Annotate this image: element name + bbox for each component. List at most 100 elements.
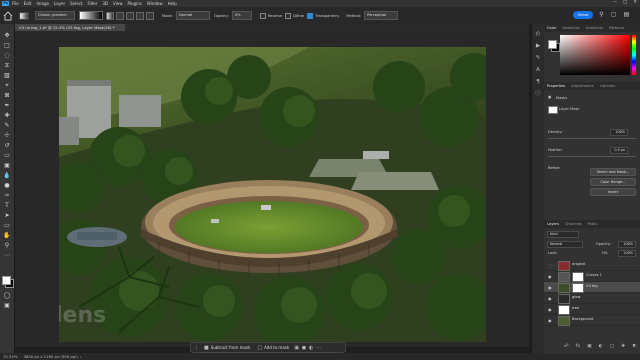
close-icon[interactable]: ✕: [633, 0, 637, 5]
eraser-tool-icon[interactable]: ▭: [3, 152, 11, 160]
method-dropdown[interactable]: Perceptual: [364, 11, 399, 20]
new-layer-icon[interactable]: ✚: [621, 344, 625, 351]
tab-adjustments[interactable]: Adjustments: [568, 84, 597, 88]
path-selection-tool-icon[interactable]: ➤: [3, 212, 11, 220]
tab-color[interactable]: Color: [544, 26, 559, 30]
document-canvas[interactable]: lens: [59, 47, 486, 342]
link-layers-icon[interactable]: ☍: [564, 344, 569, 351]
healing-brush-tool-icon[interactable]: ✚: [3, 112, 11, 120]
paragraph-icon[interactable]: ¶: [534, 78, 542, 86]
menu-image[interactable]: Image: [36, 1, 49, 6]
add-to-mask-button[interactable]: □ Add to mask: [255, 345, 291, 351]
tab-paths[interactable]: Paths: [585, 222, 601, 226]
menu-file[interactable]: File: [12, 1, 19, 6]
actions-icon[interactable]: ▶: [534, 42, 542, 50]
menu-view[interactable]: View: [113, 1, 123, 6]
feather-slider[interactable]: [548, 156, 636, 157]
reverse-checkbox[interactable]: [259, 12, 266, 19]
layer-filter-kind[interactable]: Kind: [547, 231, 579, 238]
zoom-level[interactable]: 15.32%: [3, 354, 17, 359]
minimize-icon[interactable]: —: [612, 0, 617, 5]
mask-options-icon[interactable]: ▣: [294, 345, 299, 351]
visibility-icon[interactable]: ◉: [548, 296, 552, 301]
hand-tool-icon[interactable]: ✋: [3, 232, 11, 240]
arrange-icon[interactable]: ▤: [622, 10, 631, 19]
layer-row-v3-fog[interactable]: ◉ V3 fog: [544, 282, 640, 293]
transparency-checkbox[interactable]: [307, 12, 314, 19]
dodge-tool-icon[interactable]: ●: [3, 182, 11, 190]
move-tool-icon[interactable]: ✥: [3, 32, 11, 40]
clone-stamp-tool-icon[interactable]: ☩: [3, 132, 11, 140]
layer-row-original[interactable]: ◯ original: [544, 260, 640, 271]
menu-plugins[interactable]: Plugins: [128, 1, 142, 6]
tab-patterns[interactable]: Patterns: [606, 26, 627, 30]
select-and-mask-button[interactable]: Select and Mask...: [590, 168, 636, 176]
layer-row-glow[interactable]: ◉ glow: [544, 293, 640, 304]
layer-mask-thumbnail[interactable]: [572, 283, 584, 293]
home-icon[interactable]: [3, 10, 13, 21]
blend-mode-dropdown[interactable]: Normal: [547, 241, 583, 248]
invert-icon[interactable]: ◐: [309, 345, 313, 351]
invert-button[interactable]: Invert: [590, 188, 636, 196]
search-icon[interactable]: ⚲: [597, 10, 606, 19]
menu-filter[interactable]: Filter: [87, 1, 97, 6]
tab-layers[interactable]: Layers: [544, 222, 562, 226]
menu-layer[interactable]: Layer: [54, 1, 65, 6]
classic-gradient-dropdown[interactable]: Classic gradient: [35, 11, 75, 20]
mode-dropdown[interactable]: Normal: [176, 11, 211, 20]
crop-tool-icon[interactable]: ⌖: [3, 82, 11, 90]
visibility-icon[interactable]: ◉: [548, 274, 552, 279]
gradient-preview[interactable]: [79, 11, 103, 20]
visibility-icon[interactable]: ◉: [548, 318, 552, 323]
layer-row-tree[interactable]: ◉ tree: [544, 304, 640, 315]
foreground-color-swatch[interactable]: [2, 276, 11, 285]
info-icon[interactable]: ⓘ: [534, 90, 542, 98]
edit-toolbar-icon[interactable]: ⋯: [3, 252, 11, 260]
density-field[interactable]: 100%: [610, 129, 628, 136]
linear-gradient-icon[interactable]: [106, 11, 114, 20]
menu-window[interactable]: Window: [147, 1, 163, 6]
color-range-button[interactable]: Color Range...: [590, 178, 636, 186]
fx-icon[interactable]: fx: [576, 344, 580, 351]
new-group-icon[interactable]: □: [610, 344, 614, 351]
zoom-tool-icon[interactable]: ⚲: [3, 242, 11, 250]
artboard-tool-icon[interactable]: □: [3, 42, 11, 50]
rectangle-tool-icon[interactable]: ▭: [3, 222, 11, 230]
gradient-tool-icon[interactable]: [19, 11, 29, 21]
brush-tool-icon[interactable]: ✎: [3, 122, 11, 130]
panel-foreground-swatch[interactable]: [548, 40, 557, 49]
hue-slider[interactable]: [632, 35, 636, 75]
density-slider[interactable]: [548, 138, 636, 139]
maximize-icon[interactable]: □: [623, 0, 627, 5]
marquee-tool-icon[interactable]: ◌: [3, 52, 11, 60]
share-button[interactable]: Share: [573, 11, 593, 19]
history-brush-tool-icon[interactable]: ↺: [3, 142, 11, 150]
tab-gradients[interactable]: Gradients: [583, 26, 607, 30]
status-menu-icon[interactable]: ›: [80, 354, 82, 359]
workspace-icon[interactable]: ▢: [609, 10, 618, 19]
menu-edit[interactable]: Edit: [24, 1, 32, 6]
type-tool-icon[interactable]: T: [3, 202, 11, 210]
visibility-icon[interactable]: ◉: [548, 307, 552, 312]
move-bar-handle-icon[interactable]: ⋮: [194, 345, 199, 351]
visibility-icon[interactable]: ◉: [548, 285, 552, 290]
feather-field[interactable]: 0.0 px: [610, 147, 628, 154]
layer-row-background[interactable]: ◉ Background: [544, 315, 640, 326]
visibility-icon[interactable]: ◯: [548, 263, 552, 268]
tab-swatches[interactable]: Swatches: [559, 26, 582, 30]
quick-mask-icon[interactable]: ◯: [3, 292, 11, 300]
brushes-icon[interactable]: ✎: [534, 54, 542, 62]
subtract-from-mask-button[interactable]: ■ Subtract from mask: [202, 345, 252, 351]
color-swatches[interactable]: [2, 276, 14, 288]
more-options-icon[interactable]: ⋯: [316, 345, 321, 351]
tab-libraries[interactable]: Libraries: [597, 84, 619, 88]
diamond-gradient-icon[interactable]: [146, 11, 154, 20]
frame-tool-icon[interactable]: ⊠: [3, 92, 11, 100]
blur-tool-icon[interactable]: 💧: [3, 172, 11, 180]
layer-row-curves[interactable]: ◉ Curves 1: [544, 271, 640, 282]
object-select-tool-icon[interactable]: ▧: [3, 72, 11, 80]
tab-properties[interactable]: Properties: [544, 84, 568, 88]
fill-icon[interactable]: ◼: [302, 345, 306, 351]
angle-gradient-icon[interactable]: [126, 11, 134, 20]
reflected-gradient-icon[interactable]: [136, 11, 144, 20]
